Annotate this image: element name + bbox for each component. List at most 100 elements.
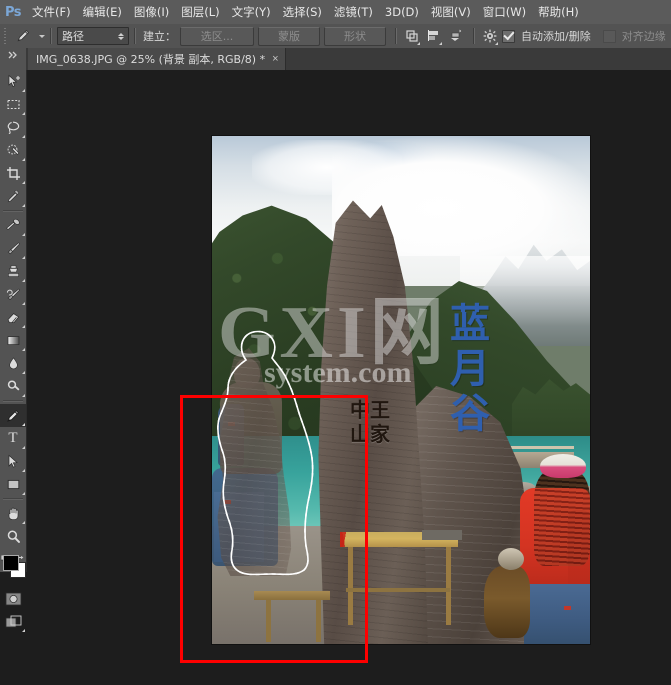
align-edges-label: 对齐边缘	[621, 30, 666, 43]
bench-leg-left	[348, 547, 353, 625]
path-arrangement-icon[interactable]	[446, 27, 465, 46]
clone-stamp-tool[interactable]	[0, 260, 26, 283]
path-selection-tool[interactable]	[0, 450, 26, 473]
path-mode-select[interactable]: 路径	[57, 27, 129, 45]
pen-tool-icon	[7, 409, 19, 422]
close-icon[interactable]: ×	[272, 53, 278, 65]
carved-black-text: 中王 山家	[350, 398, 390, 446]
path-arrow-icon	[8, 454, 18, 468]
path-mode-stepper-icon	[118, 32, 124, 40]
healing-brush-icon	[6, 218, 20, 231]
dodge-icon	[7, 380, 19, 391]
move-icon	[8, 74, 20, 87]
lasso-tool[interactable]	[0, 116, 26, 139]
tool-preset-picker[interactable]	[10, 25, 36, 47]
blur-drop-icon	[8, 357, 18, 370]
path-alignment-icon[interactable]	[424, 27, 443, 46]
history-brush-icon	[6, 288, 20, 300]
lasso-icon	[7, 121, 20, 134]
bench-rail	[346, 588, 450, 592]
make-shape-button[interactable]: 形状	[324, 26, 386, 46]
options-separator-1	[50, 28, 52, 44]
options-bar: 路径 建立： 选区... 蒙版 形状 自动添加/删除 对齐边缘	[0, 24, 671, 49]
dog-body	[484, 566, 530, 638]
woman-jeans-tag	[564, 606, 571, 610]
zoom-tool[interactable]	[0, 525, 26, 548]
carved-blue-text: 蓝月谷	[450, 301, 490, 437]
menu-bar: Ps 文件(F) 编辑(E) 图像(I) 图层(L) 文字(Y) 选择(S) 滤…	[0, 0, 671, 25]
foreground-color-swatch[interactable]	[3, 555, 19, 571]
auto-add-delete-checkbox[interactable]	[502, 29, 515, 43]
panel-expand-button[interactable]	[0, 48, 26, 72]
menu-type[interactable]: 文字(Y)	[226, 1, 277, 23]
history-brush-tool[interactable]	[0, 283, 26, 306]
brush-icon	[7, 242, 20, 255]
stool-leg-right	[316, 600, 321, 642]
menu-3d[interactable]: 3D(D)	[379, 2, 425, 22]
quick-mask-button[interactable]	[0, 587, 26, 610]
options-bar-gripper[interactable]	[0, 24, 10, 48]
bridge-railing	[504, 446, 574, 449]
rectangle-shape-icon	[7, 479, 19, 490]
align-edges-checkbox[interactable]	[602, 29, 616, 43]
tools-separator-2	[3, 400, 23, 402]
quick-select-icon	[7, 144, 19, 155]
bench-leg-right	[446, 547, 451, 625]
menu-select[interactable]: 选择(S)	[277, 1, 328, 23]
type-tool[interactable]: T	[0, 427, 26, 450]
healing-brush-tool[interactable]	[0, 214, 26, 237]
menu-image[interactable]: 图像(I)	[128, 1, 175, 23]
pen-tool-icon	[17, 29, 30, 42]
eraser-tool[interactable]	[0, 306, 26, 329]
document-image[interactable]: 蓝月谷 中王 山家 GXI网 system.com	[212, 136, 590, 644]
menu-edit[interactable]: 编辑(E)	[77, 1, 128, 23]
crop-icon	[6, 167, 20, 180]
pen-tool[interactable]	[0, 404, 26, 427]
canvas-area[interactable]: 蓝月谷 中王 山家 GXI网 system.com	[27, 70, 671, 685]
hand-tool[interactable]	[0, 502, 26, 525]
quick-selection-tool[interactable]	[0, 139, 26, 162]
screen-mode-icon	[5, 615, 21, 627]
make-selection-button[interactable]: 选区...	[180, 26, 254, 46]
menu-window[interactable]: 窗口(W)	[477, 1, 532, 23]
photoshop-window: Ps 文件(F) 编辑(E) 图像(I) 图层(L) 文字(Y) 选择(S) 滤…	[0, 0, 671, 685]
gradient-icon	[7, 336, 19, 345]
crop-tool[interactable]	[0, 162, 26, 185]
stool-top	[254, 591, 330, 600]
stool-leg-left	[266, 600, 271, 642]
menu-filter[interactable]: 滤镜(T)	[328, 1, 379, 23]
menu-view[interactable]: 视图(V)	[425, 1, 477, 23]
options-separator-4	[473, 28, 475, 44]
make-label: 建立：	[143, 30, 176, 43]
tools-panel: T	[0, 70, 27, 632]
document-tab[interactable]: IMG_0638.JPG @ 25% (背景 副本, RGB/8) * ×	[28, 48, 286, 70]
woman-hair-texture	[534, 470, 590, 566]
screen-mode-button[interactable]	[0, 610, 26, 633]
blur-tool[interactable]	[0, 352, 26, 375]
menu-file[interactable]: 文件(F)	[26, 1, 77, 23]
rectangle-tool[interactable]	[0, 473, 26, 496]
menu-layer[interactable]: 图层(L)	[175, 1, 225, 23]
gradient-tool[interactable]	[0, 329, 26, 352]
woman-hat	[540, 454, 586, 478]
hand-icon	[8, 507, 18, 520]
dodge-tool[interactable]	[0, 375, 26, 398]
brush-tool[interactable]	[0, 237, 26, 260]
make-mask-button[interactable]: 蒙版	[258, 26, 320, 46]
gear-icon[interactable]	[480, 27, 499, 46]
path-operations-icon[interactable]	[402, 27, 421, 46]
path-mode-value: 路径	[62, 30, 84, 43]
document-tab-label: IMG_0638.JPG @ 25% (背景 副本, RGB/8) *	[36, 53, 266, 66]
move-tool[interactable]	[0, 70, 26, 93]
photoshop-logo: Ps	[4, 4, 22, 20]
menu-help[interactable]: 帮助(H)	[532, 1, 585, 23]
tool-preset-chevron-down-icon[interactable]	[39, 34, 45, 38]
dog-head	[498, 548, 524, 570]
rectangular-marquee-tool[interactable]	[0, 93, 26, 116]
quick-mask-icon	[5, 592, 21, 605]
marquee-icon	[6, 99, 20, 110]
type-t-icon: T	[8, 430, 18, 446]
color-swatches	[0, 551, 26, 583]
document-tab-bar: IMG_0638.JPG @ 25% (背景 副本, RGB/8) * ×	[0, 48, 671, 72]
eyedropper-tool[interactable]	[0, 185, 26, 208]
